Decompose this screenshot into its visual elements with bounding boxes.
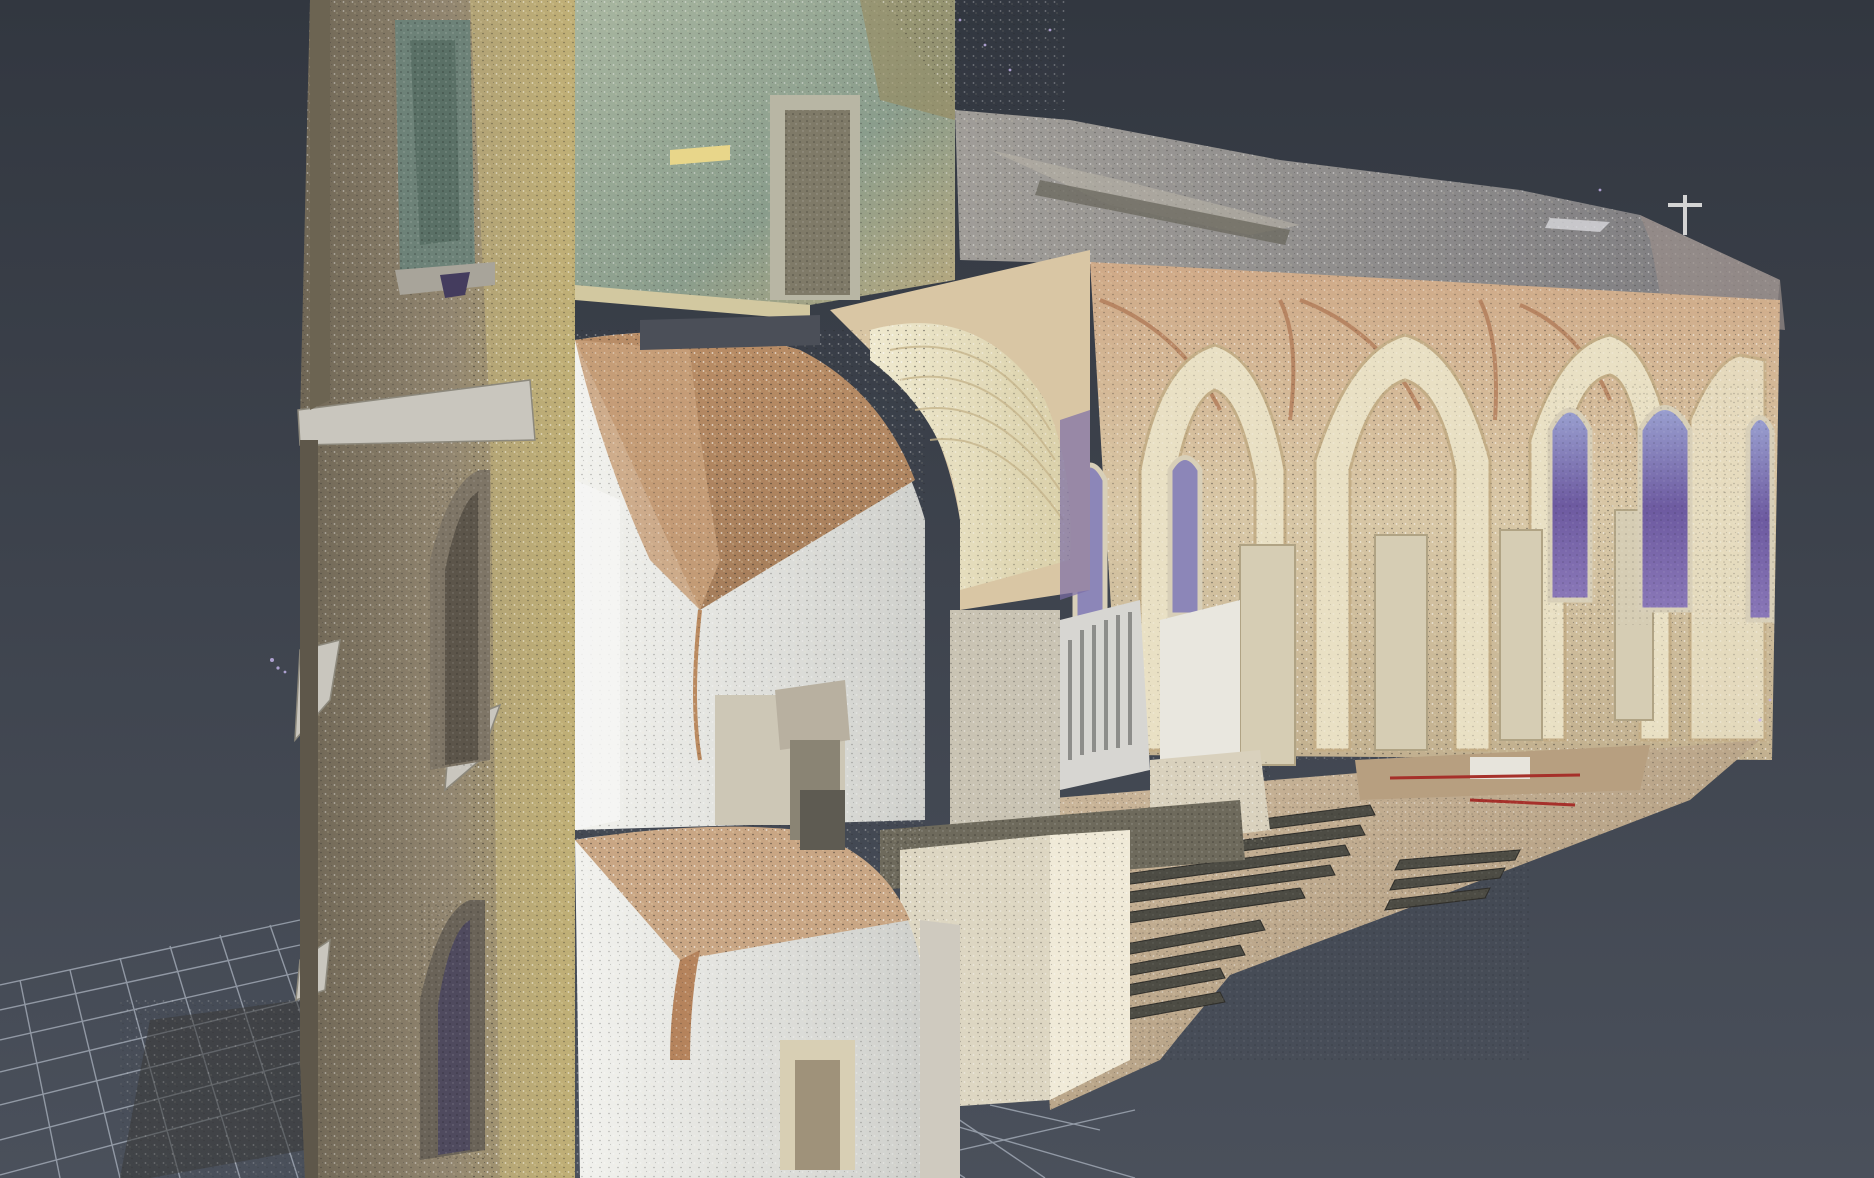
upper-vault-chamber bbox=[575, 330, 925, 850]
roof-cross-icon bbox=[1668, 195, 1702, 235]
3d-viewport[interactable] bbox=[0, 0, 1874, 1178]
ground-point-scatter bbox=[120, 1000, 310, 1178]
lower-vault-chamber bbox=[575, 826, 960, 1178]
window-texture bbox=[1545, 385, 1775, 625]
point-cloud-canvas[interactable] bbox=[0, 0, 1874, 1178]
scan-noise-top bbox=[955, 0, 1065, 110]
